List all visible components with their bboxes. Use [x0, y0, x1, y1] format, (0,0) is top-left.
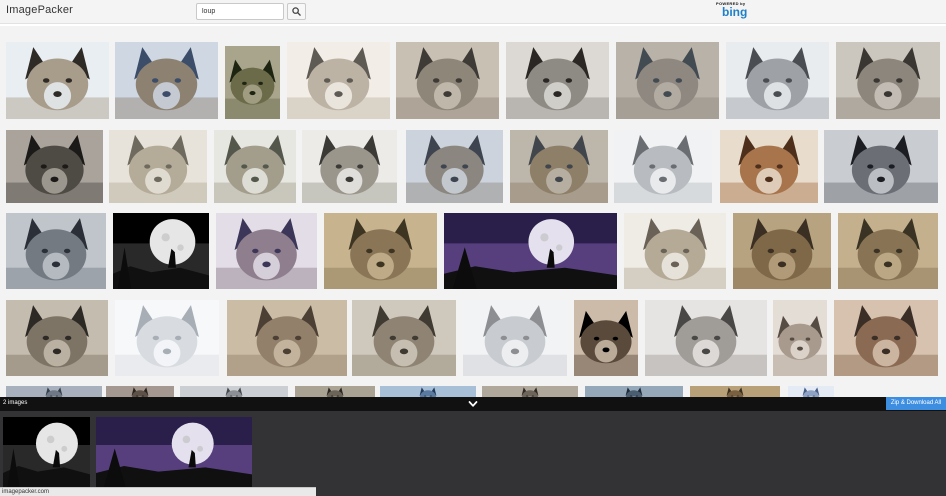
wolf-image-thumbnail[interactable]: [773, 300, 827, 376]
wolf-image-thumbnail[interactable]: [216, 213, 317, 289]
tray-header: 2 images Zip & Download All: [0, 397, 946, 411]
selected-image-thumbnail[interactable]: [3, 417, 90, 487]
wolf-image-thumbnail[interactable]: [510, 130, 608, 203]
wolf-image-thumbnail[interactable]: [645, 300, 767, 376]
wolf-image-thumbnail[interactable]: [352, 300, 456, 376]
search-icon: [292, 7, 301, 16]
wolf-image-thumbnail[interactable]: [836, 42, 940, 119]
wolf-image-thumbnail[interactable]: [726, 42, 829, 119]
wolf-image-thumbnail[interactable]: [624, 213, 726, 289]
chevron-down-icon[interactable]: [468, 400, 478, 408]
selected-count: 2 images: [3, 400, 28, 406]
wolf-image-thumbnail[interactable]: [324, 213, 437, 289]
wolf-image-thumbnail[interactable]: [227, 300, 347, 376]
wolf-image-thumbnail[interactable]: [225, 46, 280, 119]
wolf-image-thumbnail[interactable]: [396, 42, 499, 119]
wolf-image-thumbnail[interactable]: [733, 213, 831, 289]
wolf-image-thumbnail[interactable]: [838, 213, 938, 289]
header-bar: ImagePacker POWERED by bing: [0, 0, 946, 24]
wolf-image-thumbnail[interactable]: [109, 130, 207, 203]
wolf-image-thumbnail[interactable]: [406, 130, 503, 203]
wolf-image-thumbnail[interactable]: [214, 130, 296, 203]
search-input[interactable]: [196, 3, 284, 20]
bing-wordmark: bing: [722, 5, 748, 19]
wolf-image-thumbnail[interactable]: [574, 300, 638, 376]
wolf-image-thumbnail[interactable]: [6, 42, 109, 119]
status-bar-url: imagepacker.com: [0, 487, 316, 496]
wolf-moon-image-thumbnail[interactable]: [444, 213, 617, 289]
wolf-image-thumbnail[interactable]: [834, 300, 938, 376]
wolf-image-thumbnail[interactable]: [6, 213, 106, 289]
wolf-image-thumbnail[interactable]: [616, 42, 719, 119]
search-button[interactable]: [287, 3, 306, 20]
wolf-image-thumbnail[interactable]: [115, 42, 218, 119]
wolf-image-thumbnail[interactable]: [287, 42, 390, 119]
wolf-image-thumbnail[interactable]: [6, 130, 103, 203]
download-tray: 2 images Zip & Download All: [0, 397, 946, 496]
wolf-image-thumbnail[interactable]: [720, 130, 818, 203]
bing-logo[interactable]: POWERED by bing: [716, 0, 766, 22]
zip-download-all-button[interactable]: Zip & Download All: [886, 397, 946, 410]
wolf-image-thumbnail[interactable]: [824, 130, 938, 203]
imagepacker-window: ImagePacker POWERED by bing: [0, 0, 946, 496]
selected-image-thumbnail[interactable]: [96, 417, 252, 487]
wolf-image-thumbnail[interactable]: [6, 300, 108, 376]
wolf-image-thumbnail[interactable]: [115, 300, 219, 376]
image-gallery: [0, 26, 946, 398]
wolf-image-thumbnail[interactable]: [302, 130, 397, 203]
wolf-image-thumbnail[interactable]: [463, 300, 567, 376]
app-title: ImagePacker: [6, 4, 74, 16]
wolf-image-thumbnail[interactable]: [614, 130, 712, 203]
wolf-image-thumbnail[interactable]: [506, 42, 609, 119]
wolf-moon-image-thumbnail[interactable]: [113, 213, 209, 289]
